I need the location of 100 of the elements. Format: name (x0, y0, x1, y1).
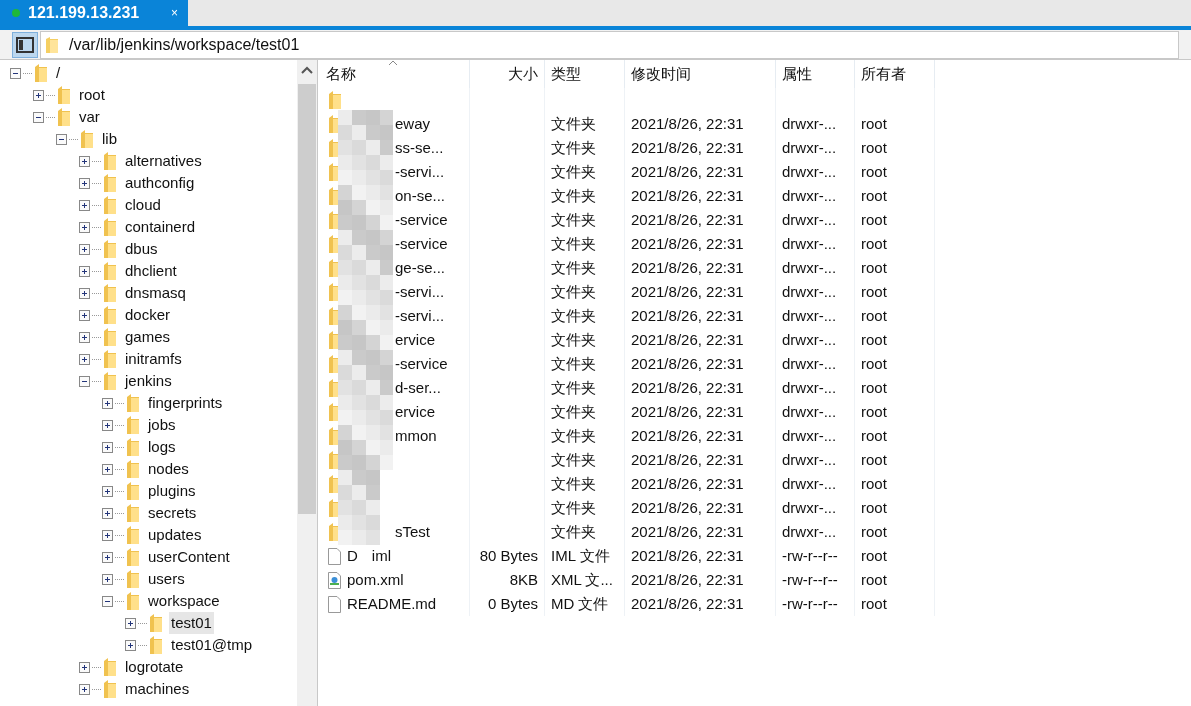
table-cell-text: -rw-r--r-- (782, 593, 838, 614)
tree-item[interactable]: games (123, 325, 173, 349)
sidebar-toggle-button[interactable] (12, 31, 38, 58)
table-cell-text: drwxr-... (782, 353, 837, 374)
table-cell-text: drwxr-... (782, 233, 837, 254)
expand-icon[interactable] (102, 573, 113, 585)
table-cell-text: 文件夹 (551, 113, 596, 134)
tree-item[interactable]: alternatives (123, 149, 204, 173)
tree-item[interactable]: containerd (123, 215, 198, 239)
file-name: eway (395, 113, 431, 134)
tree-item[interactable]: nodes (146, 457, 191, 481)
scrollbar-thumb[interactable] (298, 84, 316, 514)
file-name: -servi... (395, 281, 445, 302)
sidebar-icon (16, 36, 34, 53)
scroll-up-icon[interactable] (301, 66, 313, 74)
tree-item[interactable]: plugins (146, 479, 198, 503)
tree-item[interactable]: dnsmasq (123, 281, 188, 305)
folder-icon (149, 614, 163, 632)
column-header[interactable]: 属性 (776, 60, 855, 88)
column-header[interactable]: 名称 (320, 60, 470, 88)
table-cell-text: 2021/8/26, 22:31 (631, 425, 744, 446)
folder-icon (126, 570, 140, 588)
expand-icon[interactable] (33, 89, 44, 101)
tree-item[interactable]: logs (146, 435, 178, 459)
tree-item[interactable]: / (54, 61, 63, 85)
tree-item[interactable]: lib (100, 127, 119, 151)
close-button[interactable]: × (169, 4, 180, 22)
tree-item[interactable]: logrotate (123, 655, 186, 679)
address-field[interactable]: /var/lib/jenkins/workspace/test01 (40, 30, 1179, 59)
collapse-icon[interactable] (79, 375, 90, 387)
file-name: d-ser... (395, 377, 441, 398)
table-cell-text: drwxr-... (782, 497, 837, 518)
tree-item[interactable]: jobs (146, 413, 178, 437)
expand-icon[interactable] (79, 221, 90, 233)
expand-icon[interactable] (125, 639, 136, 651)
collapse-icon[interactable] (33, 111, 44, 123)
tree-item[interactable]: userContent (146, 545, 232, 569)
column-header[interactable]: 所有者 (855, 60, 935, 88)
expand-icon[interactable] (102, 507, 113, 519)
column-header[interactable]: 修改时间 (625, 60, 776, 88)
collapse-icon[interactable] (10, 67, 21, 79)
expand-icon[interactable] (102, 529, 113, 541)
expand-icon[interactable] (102, 441, 113, 453)
expand-icon[interactable] (102, 551, 113, 563)
tree-item[interactable]: root (77, 83, 107, 107)
folder-icon (126, 548, 140, 566)
tree-item[interactable]: authconfig (123, 171, 197, 195)
file-name: -servi... (395, 305, 445, 326)
table-cell-text: drwxr-... (782, 377, 837, 398)
expand-icon[interactable] (79, 353, 90, 365)
table-cell-text: root (861, 497, 887, 518)
expand-icon[interactable] (79, 331, 90, 343)
tree-item[interactable]: var (77, 105, 102, 129)
table-cell-text: root (861, 593, 887, 614)
expand-icon[interactable] (79, 265, 90, 277)
expand-icon[interactable] (79, 155, 90, 167)
tree-item[interactable]: dbus (123, 237, 160, 261)
table-cell-text: 0 Bytes (487, 593, 538, 614)
table-cell-text: 2021/8/26, 22:31 (631, 329, 744, 350)
expand-icon[interactable] (102, 397, 113, 409)
expand-icon[interactable] (125, 617, 136, 629)
expand-icon[interactable] (102, 463, 113, 475)
path-text: /var/lib/jenkins/workspace/test01 (69, 34, 300, 55)
expand-icon[interactable] (79, 683, 90, 695)
collapse-icon[interactable] (56, 133, 67, 145)
tab[interactable]: 121.199.13.231 × (0, 0, 188, 26)
scrollbar[interactable] (297, 60, 317, 706)
tree-item[interactable]: test01 (169, 611, 214, 635)
column-header[interactable]: 大小 (470, 60, 545, 88)
expand-icon[interactable] (102, 485, 113, 497)
table-cell-text: root (861, 521, 887, 542)
tree-item[interactable]: fingerprints (146, 391, 225, 415)
tree-item[interactable]: cloud (123, 193, 163, 217)
folder-icon (103, 284, 117, 302)
tree-item[interactable]: jenkins (123, 369, 174, 393)
tree-item[interactable]: updates (146, 523, 204, 547)
tree-item[interactable]: secrets (146, 501, 199, 525)
expand-icon[interactable] (79, 177, 90, 189)
table-cell-text: root (861, 113, 887, 134)
expand-icon[interactable] (79, 309, 90, 321)
file-name: -servi... (395, 161, 445, 182)
tree-item[interactable]: docker (123, 303, 173, 327)
expand-icon[interactable] (79, 199, 90, 211)
tree-item[interactable]: machines (123, 677, 192, 701)
tree-item[interactable]: dhclient (123, 259, 179, 283)
collapse-icon[interactable] (102, 595, 113, 607)
table-cell-text: 文件夹 (551, 305, 596, 326)
expand-icon[interactable] (79, 287, 90, 299)
tree-item[interactable]: test01@tmp (169, 633, 255, 657)
tree-item[interactable]: users (146, 567, 187, 591)
file-name: pom.xml (347, 569, 404, 590)
expand-icon[interactable] (79, 661, 90, 673)
table-cell-text: root (861, 353, 887, 374)
tree-item[interactable]: workspace (146, 589, 222, 613)
expand-icon[interactable] (102, 419, 113, 431)
folder-icon (34, 64, 48, 82)
tree-item[interactable]: initramfs (123, 347, 184, 371)
column-header[interactable]: 类型 (545, 60, 625, 88)
expand-icon[interactable] (79, 243, 90, 255)
table-cell-text: 文件夹 (551, 329, 596, 350)
